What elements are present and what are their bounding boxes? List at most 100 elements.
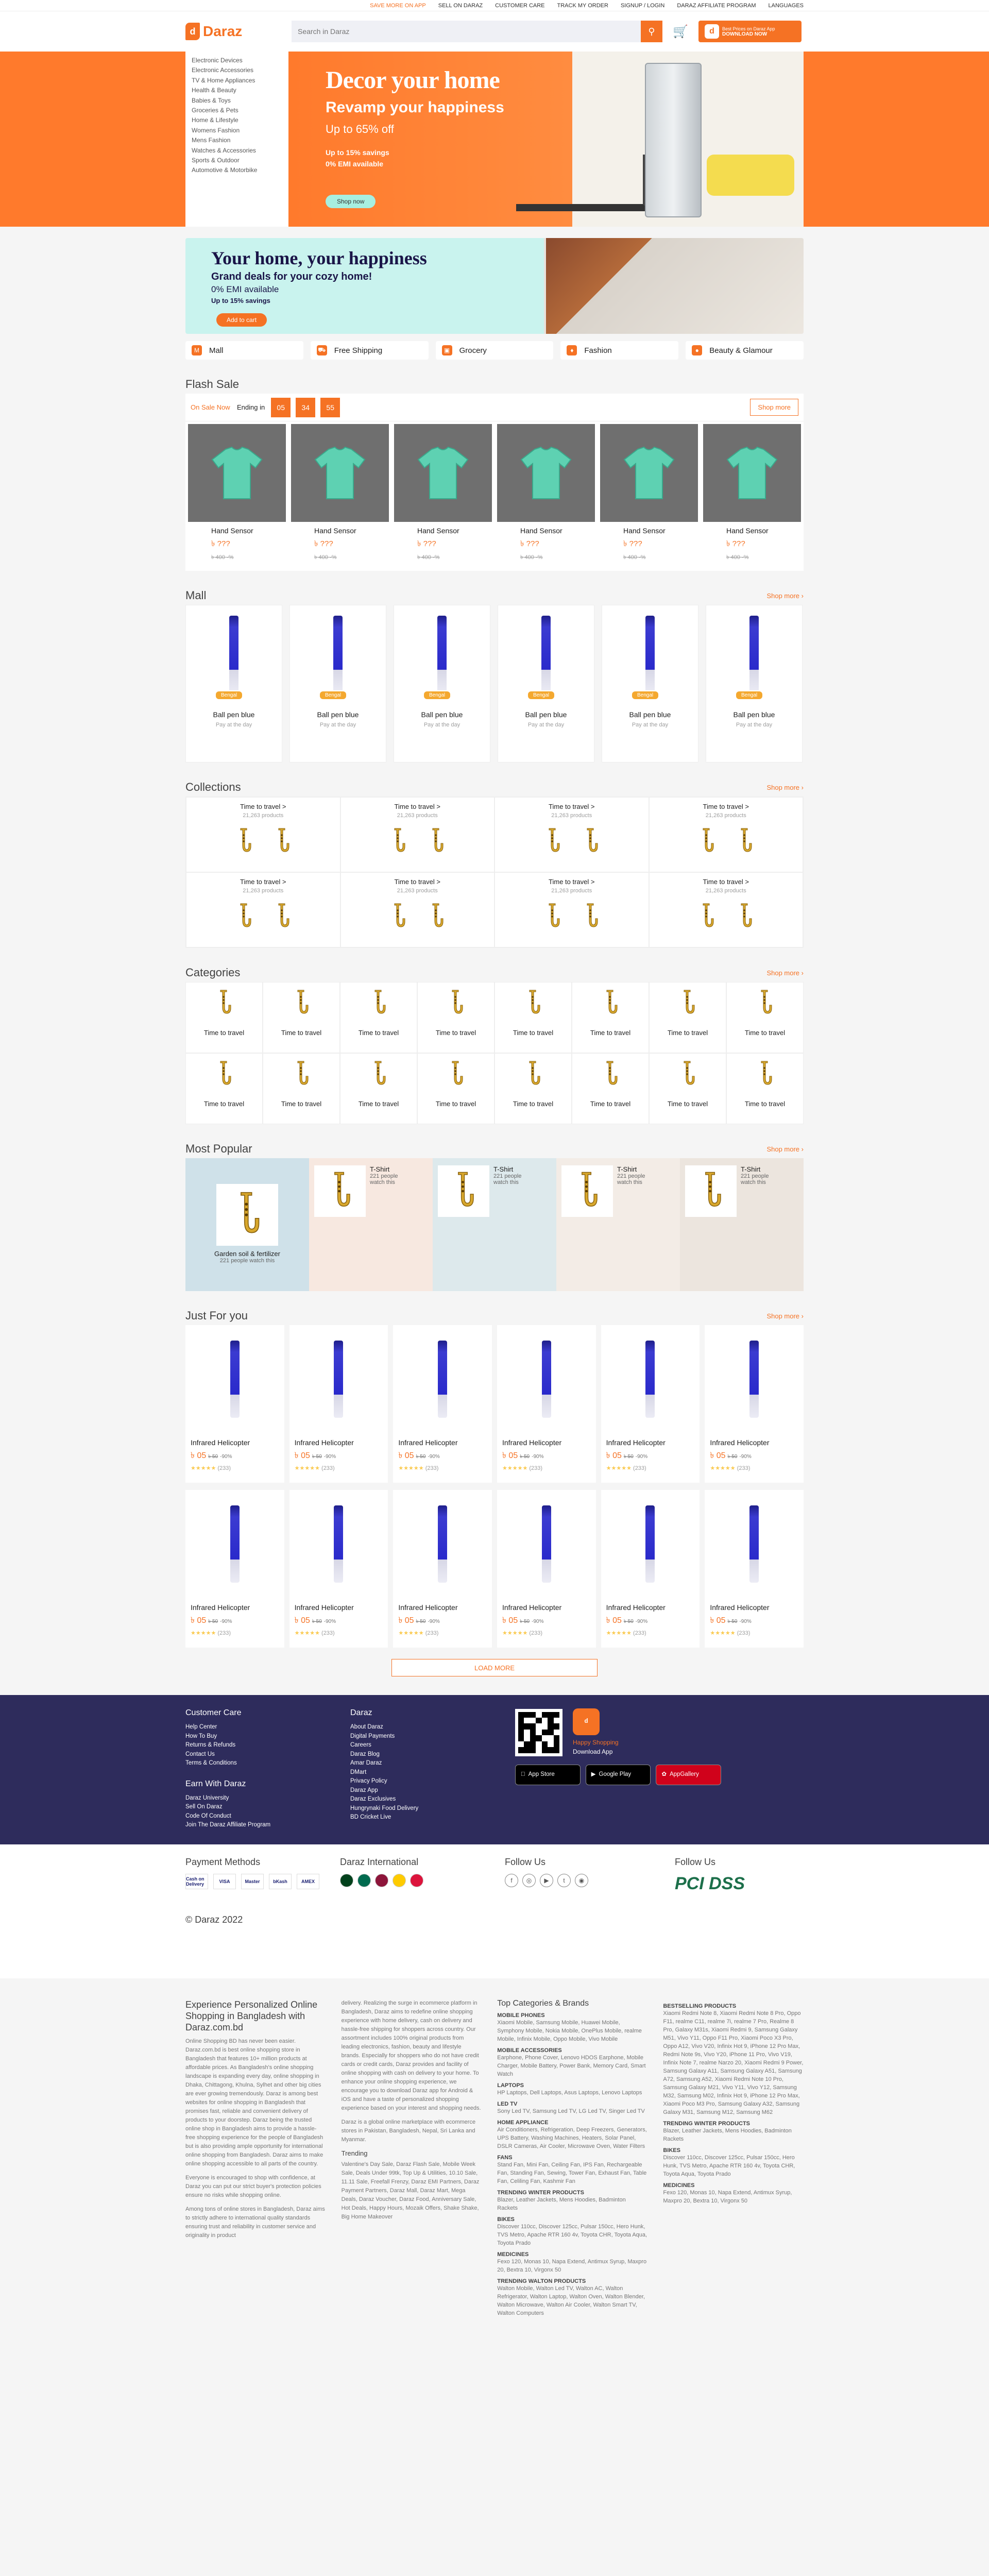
footer-link[interactable]: Daraz App [350,1786,515,1795]
category-card[interactable]: Time to travel [185,1053,263,1124]
category-card[interactable]: Time to travel [726,1053,804,1124]
load-more-button[interactable]: LOAD MORE [391,1659,598,1676]
category-card[interactable]: Time to travel [340,1053,417,1124]
mall-product-card[interactable]: Bengal Ball pen blue Pay at the day [289,605,386,762]
popular-card[interactable]: T-Shirt 221 people watch this [680,1158,804,1225]
appgallery-button[interactable]: ✿ AppGallery [656,1765,722,1785]
footer-link[interactable]: How To Buy [185,1732,350,1741]
pill-mall[interactable]: M Mall [185,341,303,360]
category-card[interactable]: Time to travel [649,1053,726,1124]
footer-link[interactable]: Contact Us [185,1750,350,1759]
footer-link[interactable]: BD Cricket Live [350,1813,515,1822]
promo-banner[interactable]: Your home, your happiness Grand deals fo… [185,238,804,334]
pakistan-flag-icon[interactable] [340,1874,353,1887]
mall-product-card[interactable]: Bengal Ball pen blue Pay at the day [706,605,803,762]
jfy-product-card[interactable]: Infrared Helicopter ৳ 05 ৳ 50 -90% ★★★★★ (23… [185,1325,284,1483]
footer-link[interactable]: Hungrynaki Food Delivery [350,1804,515,1814]
most-popular-shop-more-link[interactable]: Shop more › [766,1145,804,1153]
category-menu-item[interactable]: Groceries & Pets [192,106,282,115]
myanmar-flag-icon[interactable] [393,1874,406,1887]
category-card[interactable]: Time to travel [417,1053,494,1124]
search-input[interactable] [292,21,641,42]
jfy-product-card[interactable]: Infrared Helicopter ৳ 05 ৳ 50 -90% ★★★★★ (23… [601,1325,700,1483]
mall-shop-more-link[interactable]: Shop more › [766,592,804,600]
search-button[interactable]: ⚲ [641,21,662,42]
category-card[interactable]: Time to travel [649,982,726,1053]
footer-link[interactable]: About Daraz [350,1723,515,1732]
just-for-you-shop-more-link[interactable]: Shop more › [766,1312,804,1320]
flash-product-card[interactable]: Hand Sensor ৳ ??? ৳ 400 -% [391,421,494,571]
customer-care-link[interactable]: CUSTOMER CARE [495,3,544,9]
google-play-button[interactable]: ▶ Google Play [585,1765,651,1785]
mall-product-card[interactable]: Bengal Ball pen blue Pay at the day [602,605,698,762]
mall-product-card[interactable]: Bengal Ball pen blue Pay at the day [394,605,490,762]
hero-banner[interactable]: Decor your home Revamp your happiness Up… [289,52,804,227]
footer-link[interactable]: Privacy Policy [350,1777,515,1786]
collection-card[interactable]: Time to travel > 21,263 products [186,872,340,947]
flash-product-card[interactable]: Hand Sensor ৳ ??? ৳ 400 -% [494,421,597,571]
track-order-link[interactable]: TRACK MY ORDER [557,3,608,9]
flash-sale-shop-more-button[interactable]: Shop more [750,399,798,416]
categories-shop-more-link[interactable]: Shop more › [766,969,804,977]
app-store-button[interactable]: App Store [515,1765,581,1785]
collection-card[interactable]: Time to travel > 21,263 products [649,797,803,872]
sell-on-daraz-link[interactable]: SELL ON DARAZ [438,3,483,9]
pill-free-shipping[interactable]: ⛟ Free Shipping [310,341,429,360]
footer-link[interactable]: Code Of Conduct [185,1812,350,1821]
footer-link[interactable]: Digital Payments [350,1732,515,1741]
category-card[interactable]: Time to travel [572,1053,649,1124]
category-card[interactable]: Time to travel [340,982,417,1053]
category-menu-item[interactable]: Babies & Toys [192,96,282,106]
jfy-product-card[interactable]: Infrared Helicopter ৳ 05 ৳ 50 -90% ★★★★★ (23… [185,1490,284,1648]
jfy-product-card[interactable]: Infrared Helicopter ৳ 05 ৳ 50 -90% ★★★★★ (23… [497,1325,596,1483]
category-card[interactable]: Time to travel [726,982,804,1053]
category-menu-item[interactable]: Electronic Devices [192,56,282,65]
category-menu-item[interactable]: Electronic Accessories [192,65,282,75]
popular-card[interactable]: T-Shirt 221 people watch this [433,1158,556,1225]
category-menu-item[interactable]: Mens Fashion [192,135,282,145]
collection-card[interactable]: Time to travel > 21,263 products [340,872,494,947]
category-card[interactable]: Time to travel [572,982,649,1053]
jfy-product-card[interactable]: Infrared Helicopter ৳ 05 ৳ 50 -90% ★★★★★ (23… [393,1325,492,1483]
social-icon[interactable]: t [557,1874,571,1887]
category-card[interactable]: Time to travel [185,982,263,1053]
social-icon[interactable]: f [505,1874,518,1887]
category-card[interactable]: Time to travel [417,982,494,1053]
footer-link[interactable]: Returns & Refunds [185,1741,350,1750]
flash-product-card[interactable]: Hand Sensor ৳ ??? ৳ 400 -% [288,421,391,571]
social-icon[interactable]: ◎ [522,1874,536,1887]
category-menu-item[interactable]: Home & Lifestyle [192,115,282,125]
jfy-product-card[interactable]: Infrared Helicopter ৳ 05 ৳ 50 -90% ★★★★★ (23… [289,1490,388,1648]
mall-product-card[interactable]: Bengal Ball pen blue Pay at the day [498,605,594,762]
footer-link[interactable]: DMart [350,1768,515,1777]
pill-grocery[interactable]: ▣ Grocery [435,341,554,360]
jfy-product-card[interactable]: Infrared Helicopter ৳ 05 ৳ 50 -90% ★★★★★ (23… [601,1490,700,1648]
pill-fashion[interactable]: ♦ Fashion [560,341,679,360]
category-menu-item[interactable]: Health & Beauty [192,86,282,95]
collection-card[interactable]: Time to travel > 21,263 products [494,872,649,947]
signup-login-link[interactable]: SIGNUP / LOGIN [621,3,664,9]
popular-card[interactable]: T-Shirt 221 people watch this [556,1158,680,1225]
footer-link[interactable]: Help Center [185,1723,350,1732]
jfy-product-card[interactable]: Infrared Helicopter ৳ 05 ৳ 50 -90% ★★★★★ (23… [497,1490,596,1648]
nepal-flag-icon[interactable] [410,1874,423,1887]
jfy-product-card[interactable]: Infrared Helicopter ৳ 05 ৳ 50 -90% ★★★★★ (23… [393,1490,492,1648]
collection-card[interactable]: Time to travel > 21,263 products [340,797,494,872]
jfy-product-card[interactable]: Infrared Helicopter ৳ 05 ৳ 50 -90% ★★★★★ (23… [289,1325,388,1483]
jfy-product-card[interactable]: Infrared Helicopter ৳ 05 ৳ 50 -90% ★★★★★ (23… [705,1490,804,1648]
category-menu-item[interactable]: Sports & Outdoor [192,156,282,165]
footer-link[interactable]: Careers [350,1741,515,1750]
footer-link[interactable]: Daraz Exclusives [350,1795,515,1804]
affiliate-link[interactable]: DARAZ AFFILIATE PROGRAM [677,3,756,9]
footer-link[interactable]: Terms & Conditions [185,1759,350,1768]
category-card[interactable]: Time to travel [494,1053,572,1124]
pill-beauty[interactable]: ● Beauty & Glamour [686,341,804,360]
footer-link[interactable]: Amar Daraz [350,1759,515,1768]
jfy-product-card[interactable]: Infrared Helicopter ৳ 05 ৳ 50 -90% ★★★★★ (23… [705,1325,804,1483]
footer-link[interactable]: Daraz University [185,1794,350,1803]
footer-link[interactable]: Join The Daraz Affiliate Program [185,1821,350,1830]
popular-card[interactable]: T-Shirt 221 people watch this [309,1158,433,1225]
category-card[interactable]: Time to travel [263,982,340,1053]
flash-product-card[interactable]: Hand Sensor ৳ ??? ৳ 400 -% [185,421,288,571]
category-card[interactable]: Time to travel [494,982,572,1053]
